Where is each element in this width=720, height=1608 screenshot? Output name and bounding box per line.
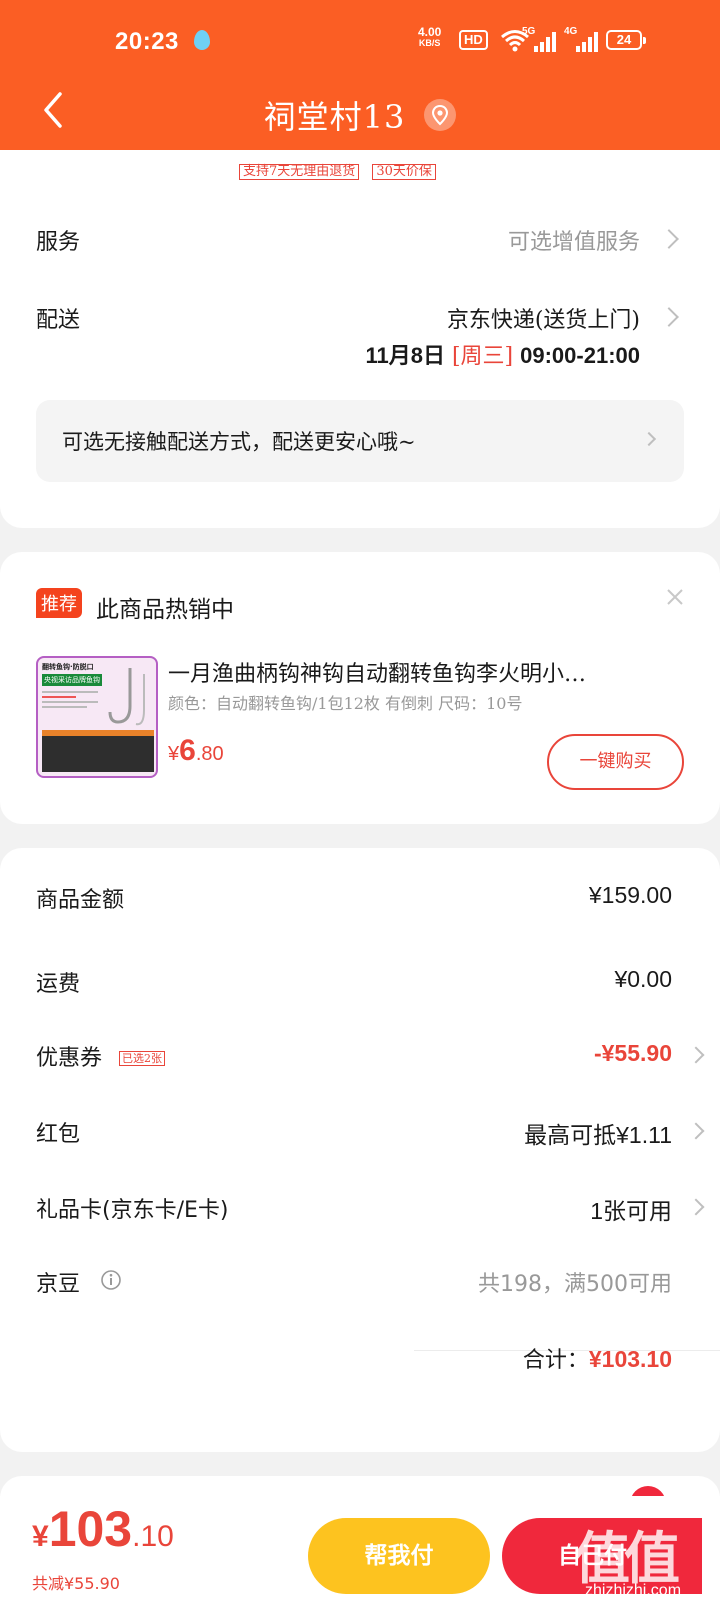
info-icon[interactable]: [100, 1269, 122, 1291]
shipping-value: ¥0.00: [614, 966, 672, 992]
final-price-decimal: .10: [132, 1520, 174, 1553]
droplet-icon: [194, 30, 210, 50]
product-price: ¥6.80: [168, 734, 224, 768]
one-click-buy-button[interactable]: 一键购买: [547, 734, 684, 790]
watermark-url: zhizhizhi.com: [585, 1582, 682, 1599]
goods-amount-row: 商品金额 ¥159.00: [36, 882, 684, 914]
jd-beans-row: 京豆 共198，满500可用: [36, 1266, 684, 1298]
goods-amount-label: 商品金额: [36, 888, 125, 913]
contactless-text: 可选无接触配送方式，配送更安心哦~: [62, 430, 416, 454]
total-row: 合计：¥103.10: [36, 1342, 684, 1374]
total-group: 合计：¥103.10: [523, 1342, 672, 1374]
coupon-label: 优惠券: [36, 1046, 103, 1071]
gift-card-label: 礼品卡(京东卡/E卡): [36, 1198, 229, 1223]
product-spec: 颜色：自动翻转鱼钩/1包12枚 有倒刺 尺码：10号: [168, 694, 523, 713]
price-protect-tag: 30天价保: [372, 164, 436, 180]
final-price-integer: 103: [48, 1501, 133, 1557]
gift-card-value: 1张可用: [590, 1198, 672, 1224]
jd-beans-value: 共198，满500可用: [478, 1272, 672, 1297]
product-image[interactable]: 翻转鱼钩·防脱口 央视采访品牌鱼钩: [36, 656, 158, 778]
coupon-selected-tag: 已选2张: [119, 1051, 166, 1066]
delivery-row[interactable]: 配送 京东快递(送货上门) 11月8日 [周三] 09:00-21:00: [36, 302, 684, 372]
contactless-delivery-notice[interactable]: 可选无接触配送方式，配送更安心哦~: [36, 400, 684, 482]
page-title: 祠堂村13: [263, 98, 406, 136]
delivery-date: 11月8日: [365, 343, 445, 368]
spec-text-block: [42, 688, 98, 728]
gift-card-row[interactable]: 礼品卡(京东卡/E卡) 1张可用: [36, 1192, 705, 1224]
return-tag: 支持7天无理由退货: [239, 164, 360, 180]
chevron-right-icon: [659, 229, 679, 249]
price-decimal: .80: [195, 743, 224, 765]
help-pay-button[interactable]: 帮我付: [308, 1518, 490, 1594]
delivery-time: 09:00-21:00: [520, 343, 640, 368]
size-chart-graphic: [42, 730, 154, 772]
price-symbol: ¥: [168, 743, 180, 765]
goods-amount-value: ¥159.00: [588, 882, 672, 908]
top-header: 20:23 4.00 KB/S HD 5G 4G 24 祠堂村13: [0, 0, 720, 162]
address-title[interactable]: 祠堂村13: [0, 92, 720, 136]
location-pin-icon[interactable]: [424, 99, 457, 131]
coupon-row[interactable]: 优惠券 已选2张 -¥55.90: [36, 1040, 705, 1072]
fish-hook-graphic: [108, 668, 145, 726]
net-speed-unit: KB/S: [418, 38, 441, 48]
red-packet-row[interactable]: 红包 最高可抵¥1.11: [36, 1116, 705, 1148]
red-packet-value: 最高可抵¥1.11: [524, 1122, 672, 1148]
status-bar: 20:23 4.00 KB/S HD 5G 4G 24: [0, 22, 720, 62]
status-time: 20:23: [115, 28, 179, 55]
chevron-right-icon: [659, 307, 679, 327]
jd-beans-label: 京豆: [36, 1272, 81, 1297]
product-name[interactable]: 一月渔曲柄钩神钩自动翻转鱼钩李火明小…: [168, 656, 660, 688]
recommend-badge: 推荐: [36, 588, 82, 618]
shipping-label: 运费: [36, 972, 81, 997]
chevron-right-icon: [641, 431, 657, 447]
delivery-label: 配送: [36, 308, 81, 333]
close-icon[interactable]: [666, 588, 684, 606]
guarantee-tags: 支持7天无理由退货 30天价保: [239, 160, 444, 180]
battery-icon: 24: [606, 30, 646, 50]
product-image-caption: 翻转鱼钩·防脱口: [42, 663, 94, 671]
red-packet-label: 红包: [36, 1122, 81, 1147]
delivery-schedule: 11月8日 [周三] 09:00-21:00: [365, 338, 640, 370]
price-integer: 6: [179, 734, 196, 767]
service-label: 服务: [36, 230, 81, 255]
final-price-symbol: ¥: [32, 1520, 49, 1553]
service-row[interactable]: 服务 可选增值服务: [36, 224, 684, 255]
saved-amount: 共减¥55.90: [32, 1574, 120, 1593]
final-price: ¥103.10: [32, 1500, 174, 1558]
delivery-weekday: [周三]: [451, 344, 514, 369]
hd-voice-icon: HD: [459, 30, 488, 50]
recommend-title: 此商品热销中: [96, 597, 234, 623]
product-image-brand: 央视采访品牌鱼钩: [42, 674, 102, 686]
delivery-method: 京东快递(送货上门): [446, 308, 640, 333]
total-label: 合计：: [522, 1348, 589, 1373]
total-value: ¥103.10: [588, 1346, 672, 1372]
coupon-value: -¥55.90: [593, 1040, 672, 1066]
service-value: 可选增值服务: [507, 230, 640, 255]
shipping-row: 运费 ¥0.00: [36, 966, 684, 998]
net-speed: 4.00 KB/S: [418, 26, 441, 48]
net-speed-value: 4.00: [418, 25, 442, 39]
checkout-bar: ¥103.10 共减¥55.90 帮我付 自己付 值值值 zhizhizhi.c…: [0, 1496, 720, 1608]
